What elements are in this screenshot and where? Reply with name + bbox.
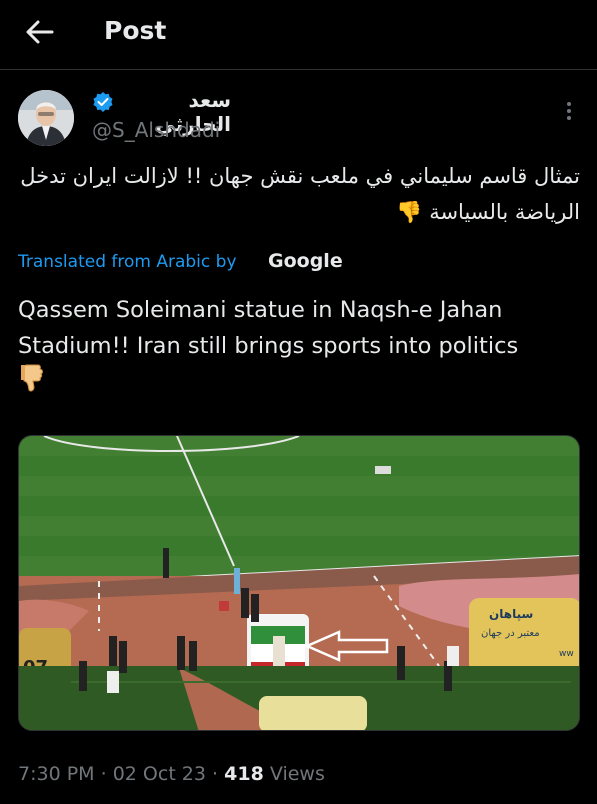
banner-right-line3: ww (559, 649, 574, 659)
meta-separator: · (212, 763, 225, 785)
header-divider (0, 69, 597, 70)
top-bar: Post (0, 0, 597, 66)
thumbs-down-icon (21, 364, 43, 392)
avatar-image (18, 90, 74, 146)
verified-badge-icon (93, 92, 113, 112)
page-title: Post (104, 16, 167, 45)
banner-right-line2: معتبر در جهان (481, 628, 540, 639)
meta-separator: · (100, 763, 113, 785)
avatar[interactable] (18, 90, 74, 146)
tweet-original-text: تمثال قاسم سليماني في ملعب نقش جهان !! ل… (20, 164, 580, 224)
stadium-photo: 07 سپاهان معتبر در جهان ww (19, 436, 579, 730)
back-button[interactable] (22, 14, 58, 50)
back-arrow-icon (26, 20, 54, 44)
post-date[interactable]: 02 Oct 23 (113, 763, 206, 785)
more-options-button[interactable] (554, 96, 584, 126)
translation-label-text: Translated from Arabic by (18, 252, 237, 272)
translator-name: Google (268, 250, 343, 272)
views-count: 418 (224, 763, 264, 785)
tweet-translated-text: Qassem Soleimani statue in Naqsh-e Jahan… (18, 297, 519, 359)
tweet-media-image[interactable]: 07 سپاهان معتبر در جهان ww (18, 435, 580, 731)
post-time[interactable]: 7:30 PM (18, 763, 95, 785)
post-meta: 7:30 PM · 02 Oct 23 · 418 Views (18, 763, 325, 785)
views-label: Views (269, 763, 325, 785)
banner-right-line1: سپاهان (489, 607, 533, 621)
author-handle[interactable]: @S_Alshdadi (92, 118, 220, 142)
more-options-icon (567, 102, 571, 120)
translation-label[interactable]: Translated from Arabic by (18, 252, 237, 272)
